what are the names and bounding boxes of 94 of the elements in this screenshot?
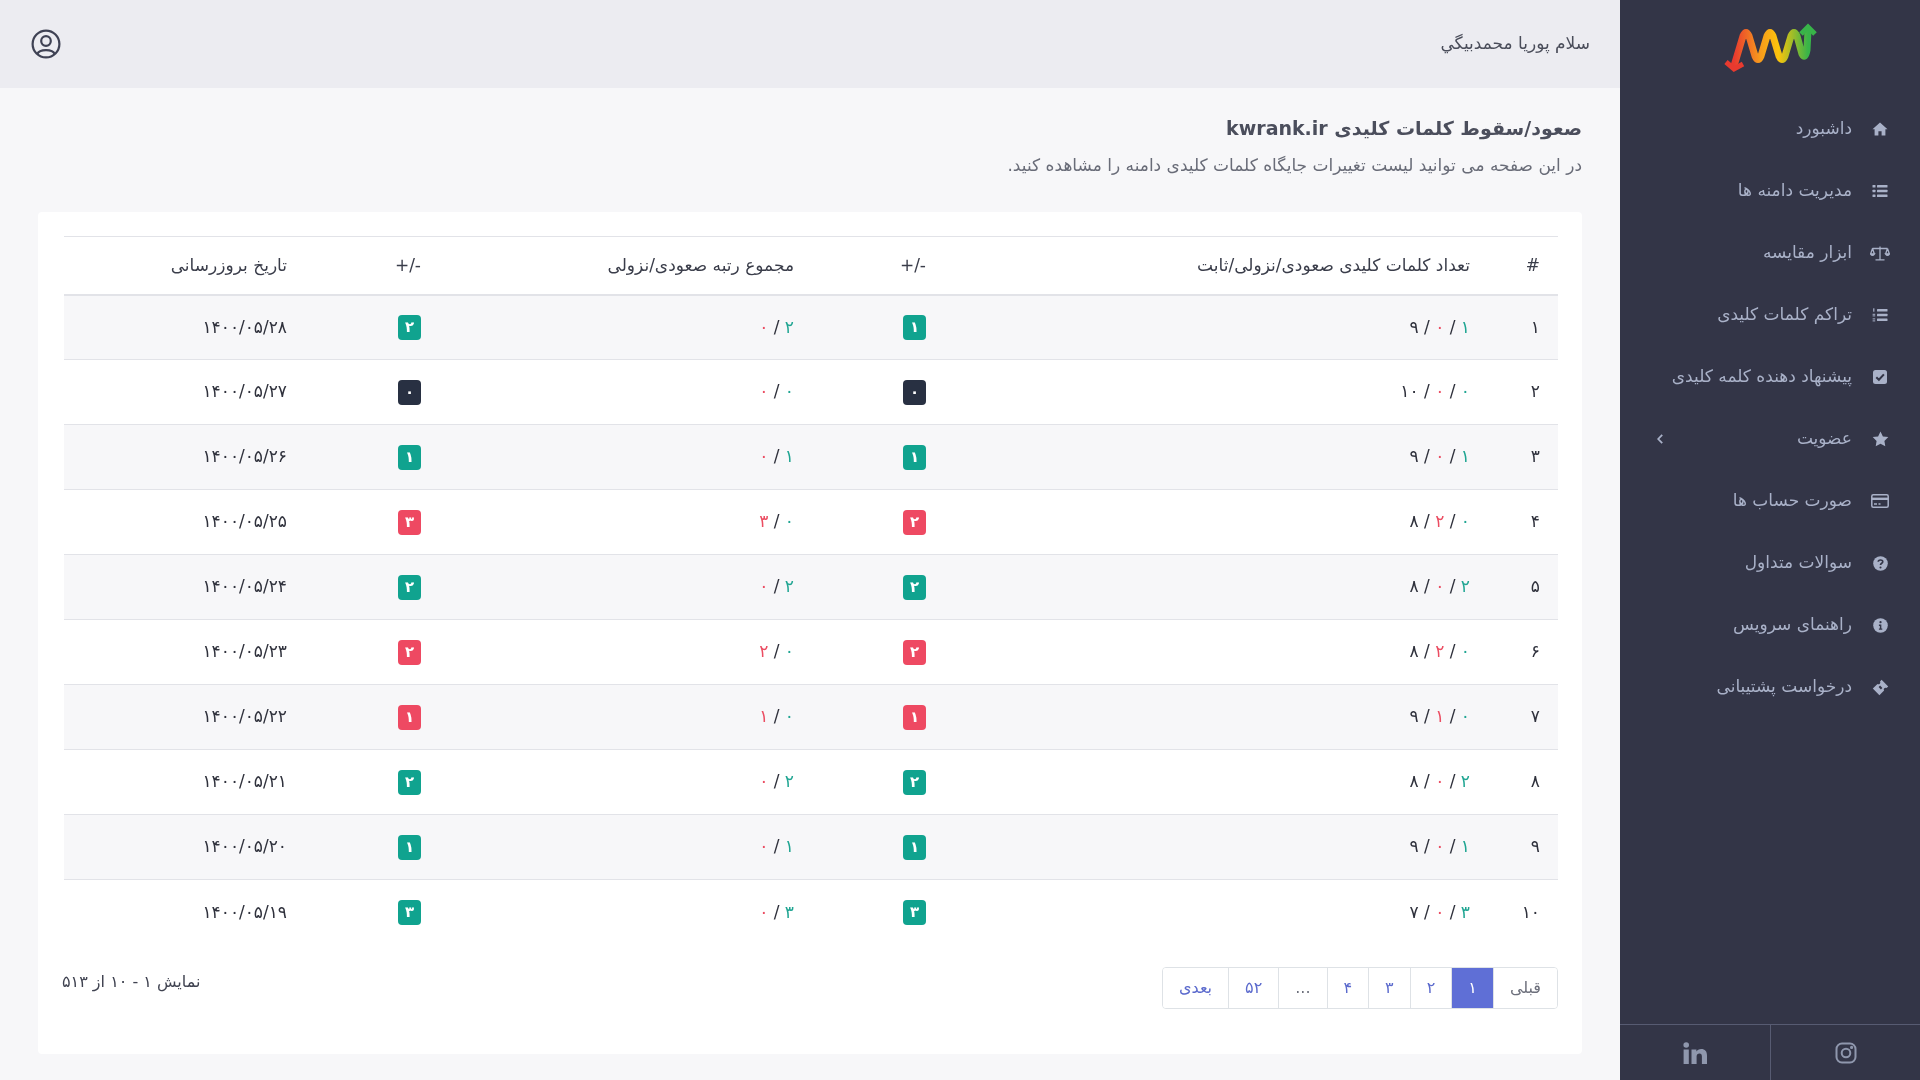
table-cell: ۱۴۰۰/۰۵/۲۴ — [64, 554, 305, 620]
results-summary: نمایش ۱ - ۱۰ از ۵۱۳ — [62, 970, 201, 994]
table-cell: ۴ — [1488, 489, 1558, 555]
table-cell: ۸ — [1488, 749, 1558, 815]
table-cell: ۱ / ۰ — [439, 424, 812, 490]
change-badge: ۲ — [903, 509, 926, 535]
change-badge: ۱ — [398, 704, 421, 730]
change-badge: ۳ — [398, 509, 421, 535]
change-badge: ۲ — [903, 639, 926, 665]
table-cell: ۰ / ۰ / ۱۰ — [944, 359, 1488, 425]
change-badge: ۲ — [398, 769, 421, 795]
table-cell: ۷ — [1488, 684, 1558, 750]
table-cell: ۱۴۰۰/۰۵/۲۲ — [64, 684, 305, 750]
balance-scale-icon — [1870, 245, 1890, 261]
page-title: صعود/سقوط کلمات کلیدی kwrank.ir — [1225, 116, 1582, 142]
table-cell: ۲ — [1488, 359, 1558, 425]
column-header: +/- — [305, 236, 439, 295]
linkedin-icon — [1683, 1041, 1707, 1064]
checkbox-icon — [1872, 369, 1888, 385]
column-header: +/- — [812, 236, 944, 295]
sidebar-item[interactable]: صورت حساب ها — [1620, 470, 1920, 532]
change-badge: ۳ — [903, 899, 926, 925]
table-cell: ۳ / ۰ / ۷ — [944, 879, 1488, 945]
change-badge: ۱ — [903, 444, 926, 470]
credit-card-icon — [1871, 494, 1889, 508]
greeting: سلام پوریا محمدبیگي — [1440, 32, 1590, 56]
table-cell: ۹ — [1488, 814, 1558, 880]
instagram-icon — [1834, 1041, 1857, 1064]
change-badge: ۰ — [398, 379, 421, 405]
table-cell: ۱۴۰۰/۰۵/۲۸ — [64, 294, 305, 360]
table-cell: ۱۴۰۰/۰۵/۲۰ — [64, 814, 305, 880]
sidebar-item[interactable]: تراکم کلمات کلیدی — [1620, 284, 1920, 346]
star-icon — [1871, 431, 1889, 447]
table-cell: ۱۴۰۰/۰۵/۲۳ — [64, 619, 305, 685]
change-badge: ۰ — [903, 379, 926, 405]
change-badge: ۳ — [398, 899, 421, 925]
page-description: در این صفحه می توانید لیست تغییرات جایگاه کلمات کلیدی دامنه را مشاهده کنید. — [1006, 154, 1582, 177]
sidebar-item[interactable]: مدیریت دامنه ها — [1620, 160, 1920, 222]
numbered-list-icon — [1872, 307, 1888, 323]
table-cell: ۱۴۰۰/۰۵/۲۷ — [64, 359, 305, 425]
table-cell: ۵ — [1488, 554, 1558, 620]
column-header: تاریخ بروزرسانی — [64, 236, 305, 295]
column-header: # — [1488, 236, 1558, 295]
table-cell: ۱۰ — [1488, 879, 1558, 945]
question-circle-icon — [1872, 555, 1888, 571]
table-cell: ۱۴۰۰/۰۵/۲۶ — [64, 424, 305, 490]
table-cell: ۱ / ۰ / ۹ — [944, 294, 1488, 360]
page-link[interactable]: ۱ — [1451, 967, 1493, 1008]
table-cell: ۲ / ۰ — [439, 749, 812, 815]
sidebar-item[interactable]: پیشنهاد دهنده کلمه کلیدی — [1620, 346, 1920, 408]
change-badge: ۲ — [398, 574, 421, 600]
sidebar-item[interactable]: داشبورد — [1620, 98, 1920, 160]
sidebar-item[interactable]: درخواست پشتیبانی — [1620, 656, 1920, 718]
sidebar-item[interactable]: سوالات متداول — [1620, 532, 1920, 594]
table-cell: ۱۴۰۰/۰۵/۱۹ — [64, 879, 305, 945]
table-cell: ۰ / ۳ — [439, 489, 812, 555]
ticket-icon — [1871, 678, 1889, 696]
table-cell: ۰ / ۲ / ۸ — [944, 489, 1488, 555]
table-cell: ۱ — [1488, 294, 1558, 360]
change-badge: ۲ — [398, 314, 421, 340]
table-cell: ۳ / ۰ — [439, 879, 812, 945]
table-cell: ۰ / ۰ — [439, 359, 812, 425]
table-cell: ۰ / ۱ / ۹ — [944, 684, 1488, 750]
change-badge: ۲ — [903, 769, 926, 795]
home-icon — [1872, 121, 1888, 137]
table-cell: ۱ / ۰ / ۹ — [944, 424, 1488, 490]
column-header: مجموع رتبه صعودی/نزولی — [439, 236, 812, 295]
user-avatar-icon[interactable] — [31, 29, 61, 59]
info-circle-icon — [1872, 617, 1888, 633]
table-cell: ۶ — [1488, 619, 1558, 685]
table-cell: ۰ / ۲ / ۸ — [944, 619, 1488, 685]
change-badge: ۱ — [903, 704, 926, 730]
list-icon — [1872, 183, 1888, 199]
sidebar-item[interactable]: راهنمای سرویس — [1620, 594, 1920, 656]
table-cell: ۱ / ۰ / ۹ — [944, 814, 1488, 880]
change-badge: ۱ — [903, 314, 926, 340]
table-cell: ۱ / ۰ — [439, 814, 812, 880]
change-badge: ۱ — [903, 834, 926, 860]
sidebar-item[interactable]: عضویت — [1620, 408, 1920, 470]
change-badge: ۱ — [398, 834, 421, 860]
table-cell: ۲ / ۰ / ۸ — [944, 554, 1488, 620]
table-cell: ۲ / ۰ — [439, 294, 812, 360]
table-cell: ۰ / ۲ — [439, 619, 812, 685]
change-badge: ۱ — [398, 444, 421, 470]
table-cell: ۰ / ۱ — [439, 684, 812, 750]
table-cell: ۱۴۰۰/۰۵/۲۱ — [64, 749, 305, 815]
column-header: تعداد کلمات کلیدی صعودی/نزولی/ثابت — [944, 236, 1488, 295]
table-cell: ۳ — [1488, 424, 1558, 490]
change-badge: ۲ — [398, 639, 421, 665]
table-cell: ۱۴۰۰/۰۵/۲۵ — [64, 489, 305, 555]
change-badge: ۲ — [903, 574, 926, 600]
table-cell: ۲ / ۰ — [439, 554, 812, 620]
table-cell: ۲ / ۰ / ۸ — [944, 749, 1488, 815]
sidebar-item[interactable]: ابزار مقایسه — [1620, 222, 1920, 284]
